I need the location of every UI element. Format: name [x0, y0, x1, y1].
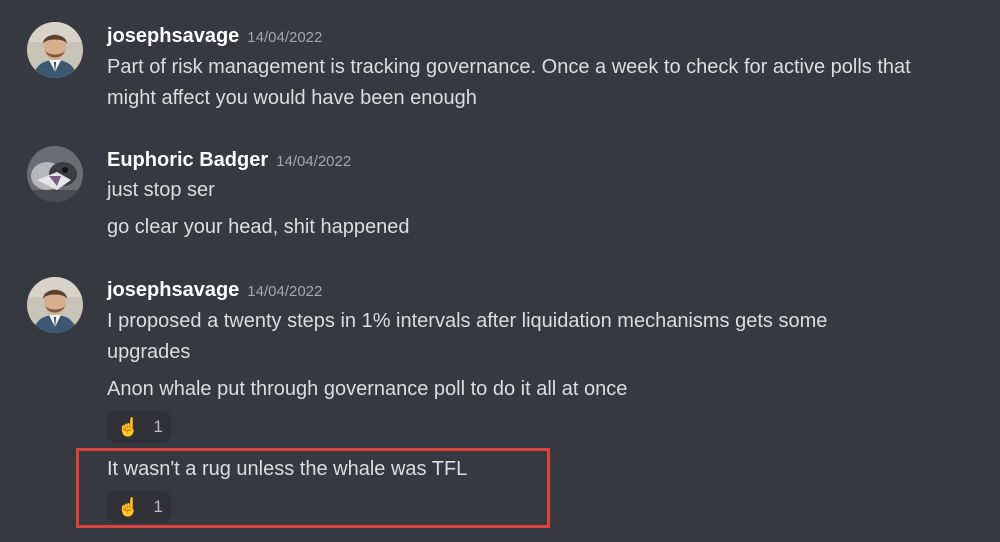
reaction-button[interactable]: ☝️ 1 [107, 411, 171, 443]
message-header: Euphoric Badger 14/04/2022 [107, 149, 351, 172]
username[interactable]: josephsavage [107, 279, 239, 301]
username[interactable]: Euphoric Badger [107, 149, 268, 171]
message-text: go clear your head, shit happened [107, 216, 410, 238]
message-header: josephsavage 14/04/2022 [107, 25, 322, 48]
message-text: Anon whale put through governance poll t… [107, 378, 628, 400]
message-text: Part of risk management is tracking gove… [107, 56, 911, 78]
timestamp[interactable]: 14/04/2022 [276, 153, 351, 170]
message-text: It wasn't a rug unless the whale was TFL [107, 458, 468, 480]
message-text: I proposed a twenty steps in 1% interval… [107, 310, 828, 332]
timestamp[interactable]: 14/04/2022 [247, 29, 322, 46]
pointing-up-icon: ☝️ [117, 417, 140, 437]
reaction-count: 1 [153, 497, 163, 516]
reaction-count: 1 [153, 417, 163, 436]
message-text: upgrades [107, 341, 191, 363]
avatar[interactable] [27, 277, 83, 333]
pointing-up-icon: ☝️ [117, 497, 140, 517]
username[interactable]: josephsavage [107, 25, 239, 47]
message-header: josephsavage 14/04/2022 [107, 279, 322, 302]
message-text: might affect you would have been enough [107, 87, 477, 109]
avatar[interactable] [27, 22, 83, 78]
timestamp[interactable]: 14/04/2022 [247, 283, 322, 300]
avatar[interactable] [27, 146, 83, 202]
avatar-euphoric-badger-image [27, 146, 83, 202]
avatar-josephsavage-image [27, 277, 83, 333]
message-text: just stop ser [107, 179, 215, 201]
reaction-button[interactable]: ☝️ 1 [107, 491, 171, 523]
avatar-josephsavage-image [27, 22, 83, 78]
